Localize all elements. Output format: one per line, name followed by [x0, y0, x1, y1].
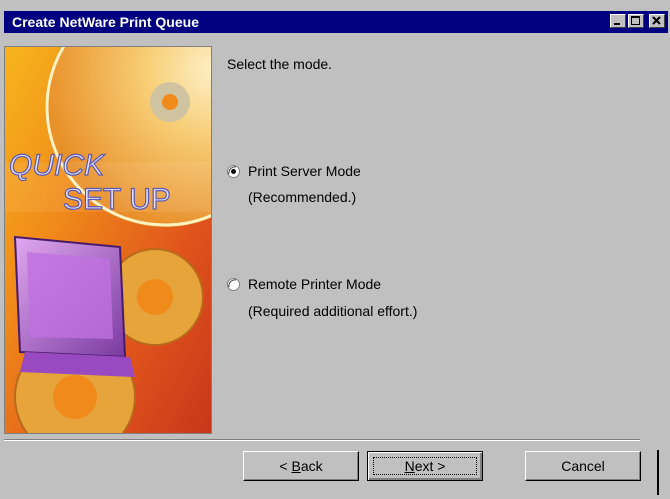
quick-setup-illustration: QUICK SET UP [4, 46, 212, 434]
remote-printer-mode-note: (Required additional effort.) [248, 303, 418, 319]
back-prefix: < [279, 458, 292, 474]
window-edge [657, 450, 659, 495]
minimize-icon [614, 23, 620, 25]
next-button[interactable]: Next > [367, 451, 483, 481]
back-button[interactable]: < Back [243, 451, 359, 481]
window-title: Create NetWare Print Queue [12, 14, 199, 30]
maximize-button[interactable] [628, 14, 644, 28]
dialog-window: Create NetWare Print Queue QUICK SET UP … [0, 0, 670, 499]
back-accelerator: B [291, 458, 301, 474]
setup-word: SET UP [63, 183, 171, 216]
back-label: ack [300, 458, 323, 474]
print-server-mode-radio[interactable] [227, 165, 240, 178]
print-server-mode-note: (Recommended.) [248, 189, 357, 205]
button-separator [4, 439, 640, 441]
title-bar[interactable]: Create NetWare Print Queue [4, 11, 668, 33]
close-button[interactable] [649, 14, 665, 28]
mode-prompt: Select the mode. [227, 56, 333, 72]
minimize-button[interactable] [610, 14, 626, 28]
cancel-button[interactable]: Cancel [525, 451, 641, 481]
remote-printer-mode-radio[interactable] [227, 278, 240, 291]
focus-rectangle [373, 457, 477, 475]
close-icon [652, 16, 661, 25]
remote-printer-mode-label[interactable]: Remote Printer Mode [248, 276, 381, 292]
maximize-icon [631, 16, 640, 25]
quick-word: QUICK [9, 149, 106, 182]
print-server-mode-label[interactable]: Print Server Mode [248, 163, 361, 179]
